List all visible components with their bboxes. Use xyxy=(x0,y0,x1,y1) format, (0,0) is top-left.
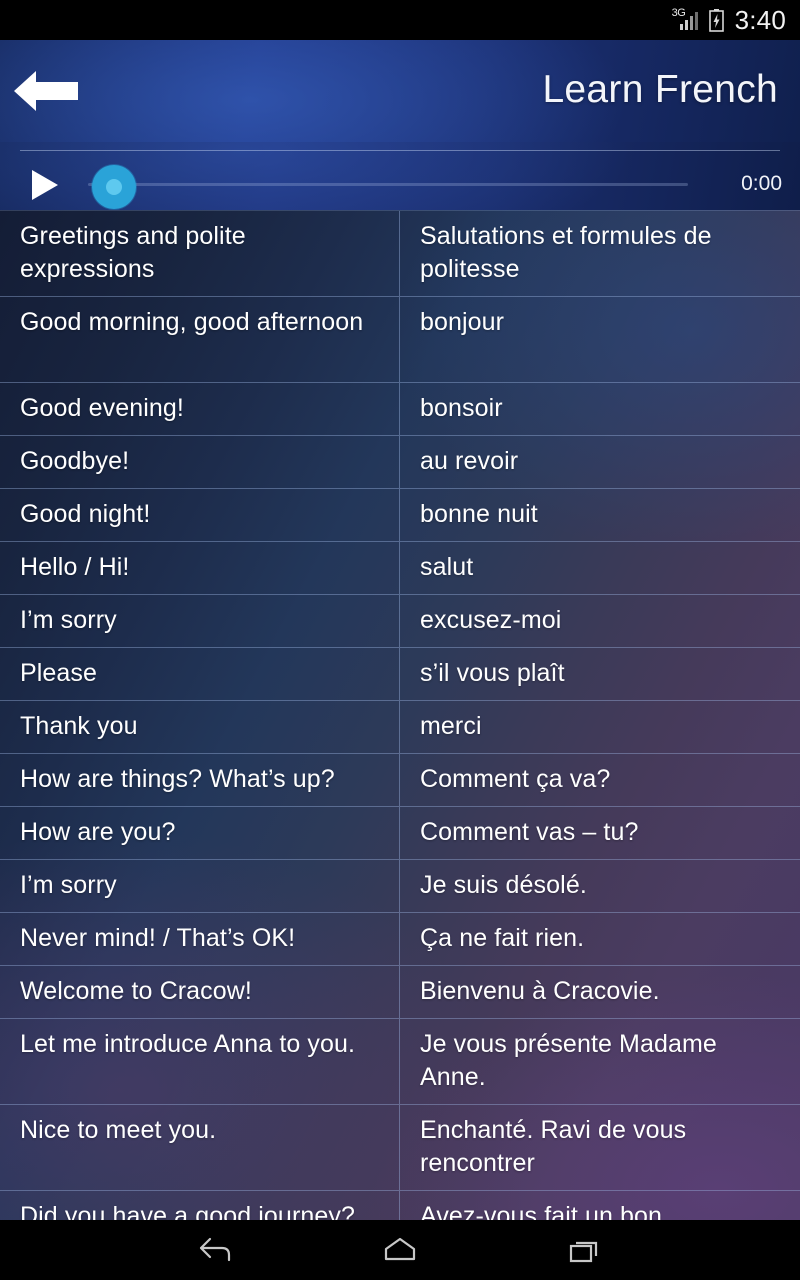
phrase-english: I’m sorry xyxy=(0,595,400,647)
phrase-french: Ça ne fait rien. xyxy=(420,924,585,952)
phrase-english: Welcome to Cracow! xyxy=(0,966,400,1018)
table-row[interactable]: How are things? What’s up? Comment ça va? xyxy=(0,754,800,807)
phrase-french: Salutations et formules de politesse xyxy=(420,222,712,283)
phrase-french: excusez-moi xyxy=(420,606,562,634)
table-row[interactable]: I’m sorry Je suis désolé. xyxy=(0,860,800,913)
page-title: Learn French xyxy=(542,68,778,111)
network-type-label: 3G xyxy=(671,7,686,19)
table-row[interactable]: I’m sorry excusez-moi xyxy=(0,595,800,648)
phrase-english: Good night! xyxy=(0,489,400,541)
phrase-french: merci xyxy=(420,712,482,740)
phrase-english: Please xyxy=(0,648,400,700)
phrase-english: Greetings and polite expressions xyxy=(0,211,400,296)
phrase-english: How are things? What’s up? xyxy=(0,754,400,806)
phrase-french: bonjour xyxy=(420,308,505,336)
phrase-english: Goodbye! xyxy=(0,436,400,488)
play-icon[interactable] xyxy=(30,169,60,201)
phrase-french: bonsoir xyxy=(420,394,503,422)
phrase-french: salut xyxy=(420,553,474,581)
phrase-french: Comment vas – tu? xyxy=(420,818,639,846)
nav-home-icon[interactable] xyxy=(365,1227,435,1273)
phrase-french: Enchanté. Ravi de vous rencontrer xyxy=(420,1116,687,1177)
player-divider xyxy=(20,150,780,151)
signal-bars-icon: 3G xyxy=(671,7,700,32)
android-nav-bar xyxy=(0,1220,800,1280)
phrase-english: Never mind! / That’s OK! xyxy=(0,913,400,965)
phrase-english: Let me introduce Anna to you. xyxy=(0,1019,400,1104)
table-row[interactable]: Welcome to Cracow! Bienvenu à Cracovie. xyxy=(0,966,800,1019)
phrase-english: How are you? xyxy=(0,807,400,859)
table-row[interactable]: Goodbye! au revoir xyxy=(0,436,800,489)
table-row[interactable]: Did you have a good journey? Avez-vous fa… xyxy=(0,1191,800,1220)
phrase-french: Comment ça va? xyxy=(420,765,611,793)
table-row[interactable]: Never mind! / That’s OK! Ça ne fait rien. xyxy=(0,913,800,966)
table-row[interactable]: Thank you merci xyxy=(0,701,800,754)
table-row[interactable]: Greetings and polite expressions Salutati… xyxy=(0,210,800,297)
table-row[interactable]: Good morning, good afternoon bonjour xyxy=(0,297,800,383)
table-row[interactable]: Let me introduce Anna to you. Je vous pré… xyxy=(0,1019,800,1105)
elapsed-time-label: 0:00 xyxy=(741,172,782,195)
phrase-french: Avez-vous fait un bon xyxy=(420,1202,663,1220)
phrase-english: Good morning, good afternoon xyxy=(0,297,400,382)
status-bar: 3G 3:40 xyxy=(0,0,800,40)
nav-back-icon[interactable] xyxy=(180,1227,250,1273)
phrase-english: Hello / Hi! xyxy=(0,542,400,594)
phrase-english: I’m sorry xyxy=(0,860,400,912)
table-row[interactable]: Hello / Hi! salut xyxy=(0,542,800,595)
seekbar-track[interactable] xyxy=(88,183,688,186)
phrase-english: Nice to meet you. xyxy=(0,1105,400,1190)
table-row[interactable]: Good night! bonne nuit xyxy=(0,489,800,542)
table-row[interactable]: How are you? Comment vas – tu? xyxy=(0,807,800,860)
phrase-english: Thank you xyxy=(0,701,400,753)
phrase-english: Good evening! xyxy=(0,383,400,435)
phrase-french: Je vous présente Madame Anne. xyxy=(420,1030,717,1091)
table-row[interactable]: Good evening! bonsoir xyxy=(0,383,800,436)
status-bar-clock: 3:40 xyxy=(734,5,786,35)
battery-charging-icon xyxy=(708,8,725,32)
audio-player-bar: 0:00 xyxy=(0,142,800,210)
phrase-french: Je suis désolé. xyxy=(420,871,587,899)
app-screen: 3G 3:40 Learn French 0:00 Greetings and … xyxy=(0,0,800,1280)
table-row[interactable]: Nice to meet you. Enchanté. Ravi de vous … xyxy=(0,1105,800,1191)
phrase-french: bonne nuit xyxy=(420,500,538,528)
table-row[interactable]: Please s’il vous plaît xyxy=(0,648,800,701)
app-header: Learn French xyxy=(0,40,800,142)
phrase-table[interactable]: Greetings and polite expressions Salutati… xyxy=(0,210,800,1220)
phrase-french: au revoir xyxy=(420,447,519,475)
nav-recents-icon[interactable] xyxy=(550,1227,620,1273)
back-arrow-icon[interactable] xyxy=(12,67,82,115)
seekbar-thumb[interactable] xyxy=(92,165,136,209)
phrase-french: s’il vous plaît xyxy=(420,659,565,687)
phrase-english: Did you have a good journey? xyxy=(0,1191,400,1220)
phrase-french: Bienvenu à Cracovie. xyxy=(420,977,660,1005)
